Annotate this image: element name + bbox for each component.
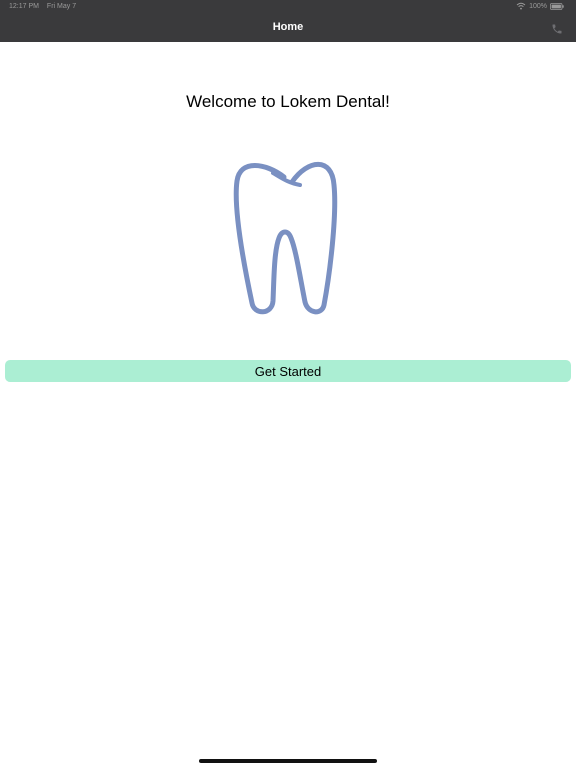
navigation-bar: 12:17 PM Fri May 7 100% Home bbox=[0, 0, 576, 42]
welcome-heading: Welcome to Lokem Dental! bbox=[186, 92, 390, 111]
status-time: 12:17 PM bbox=[9, 3, 39, 10]
status-bar-right: 100% bbox=[516, 2, 564, 10]
status-bar-left: 12:17 PM Fri May 7 bbox=[9, 3, 82, 10]
battery-icon bbox=[550, 2, 564, 10]
screen: 12:17 PM Fri May 7 100% Home Welcome to … bbox=[0, 0, 576, 768]
home-indicator[interactable] bbox=[199, 759, 377, 763]
wifi-icon bbox=[516, 2, 526, 10]
status-date: Fri May 7 bbox=[46, 3, 77, 10]
get-started-button[interactable]: Get Started bbox=[5, 360, 571, 382]
phone-icon[interactable] bbox=[551, 22, 563, 34]
nav-title: Home bbox=[272, 21, 304, 33]
tooth-logo bbox=[228, 155, 344, 321]
battery-percent: 100% bbox=[529, 2, 547, 10]
